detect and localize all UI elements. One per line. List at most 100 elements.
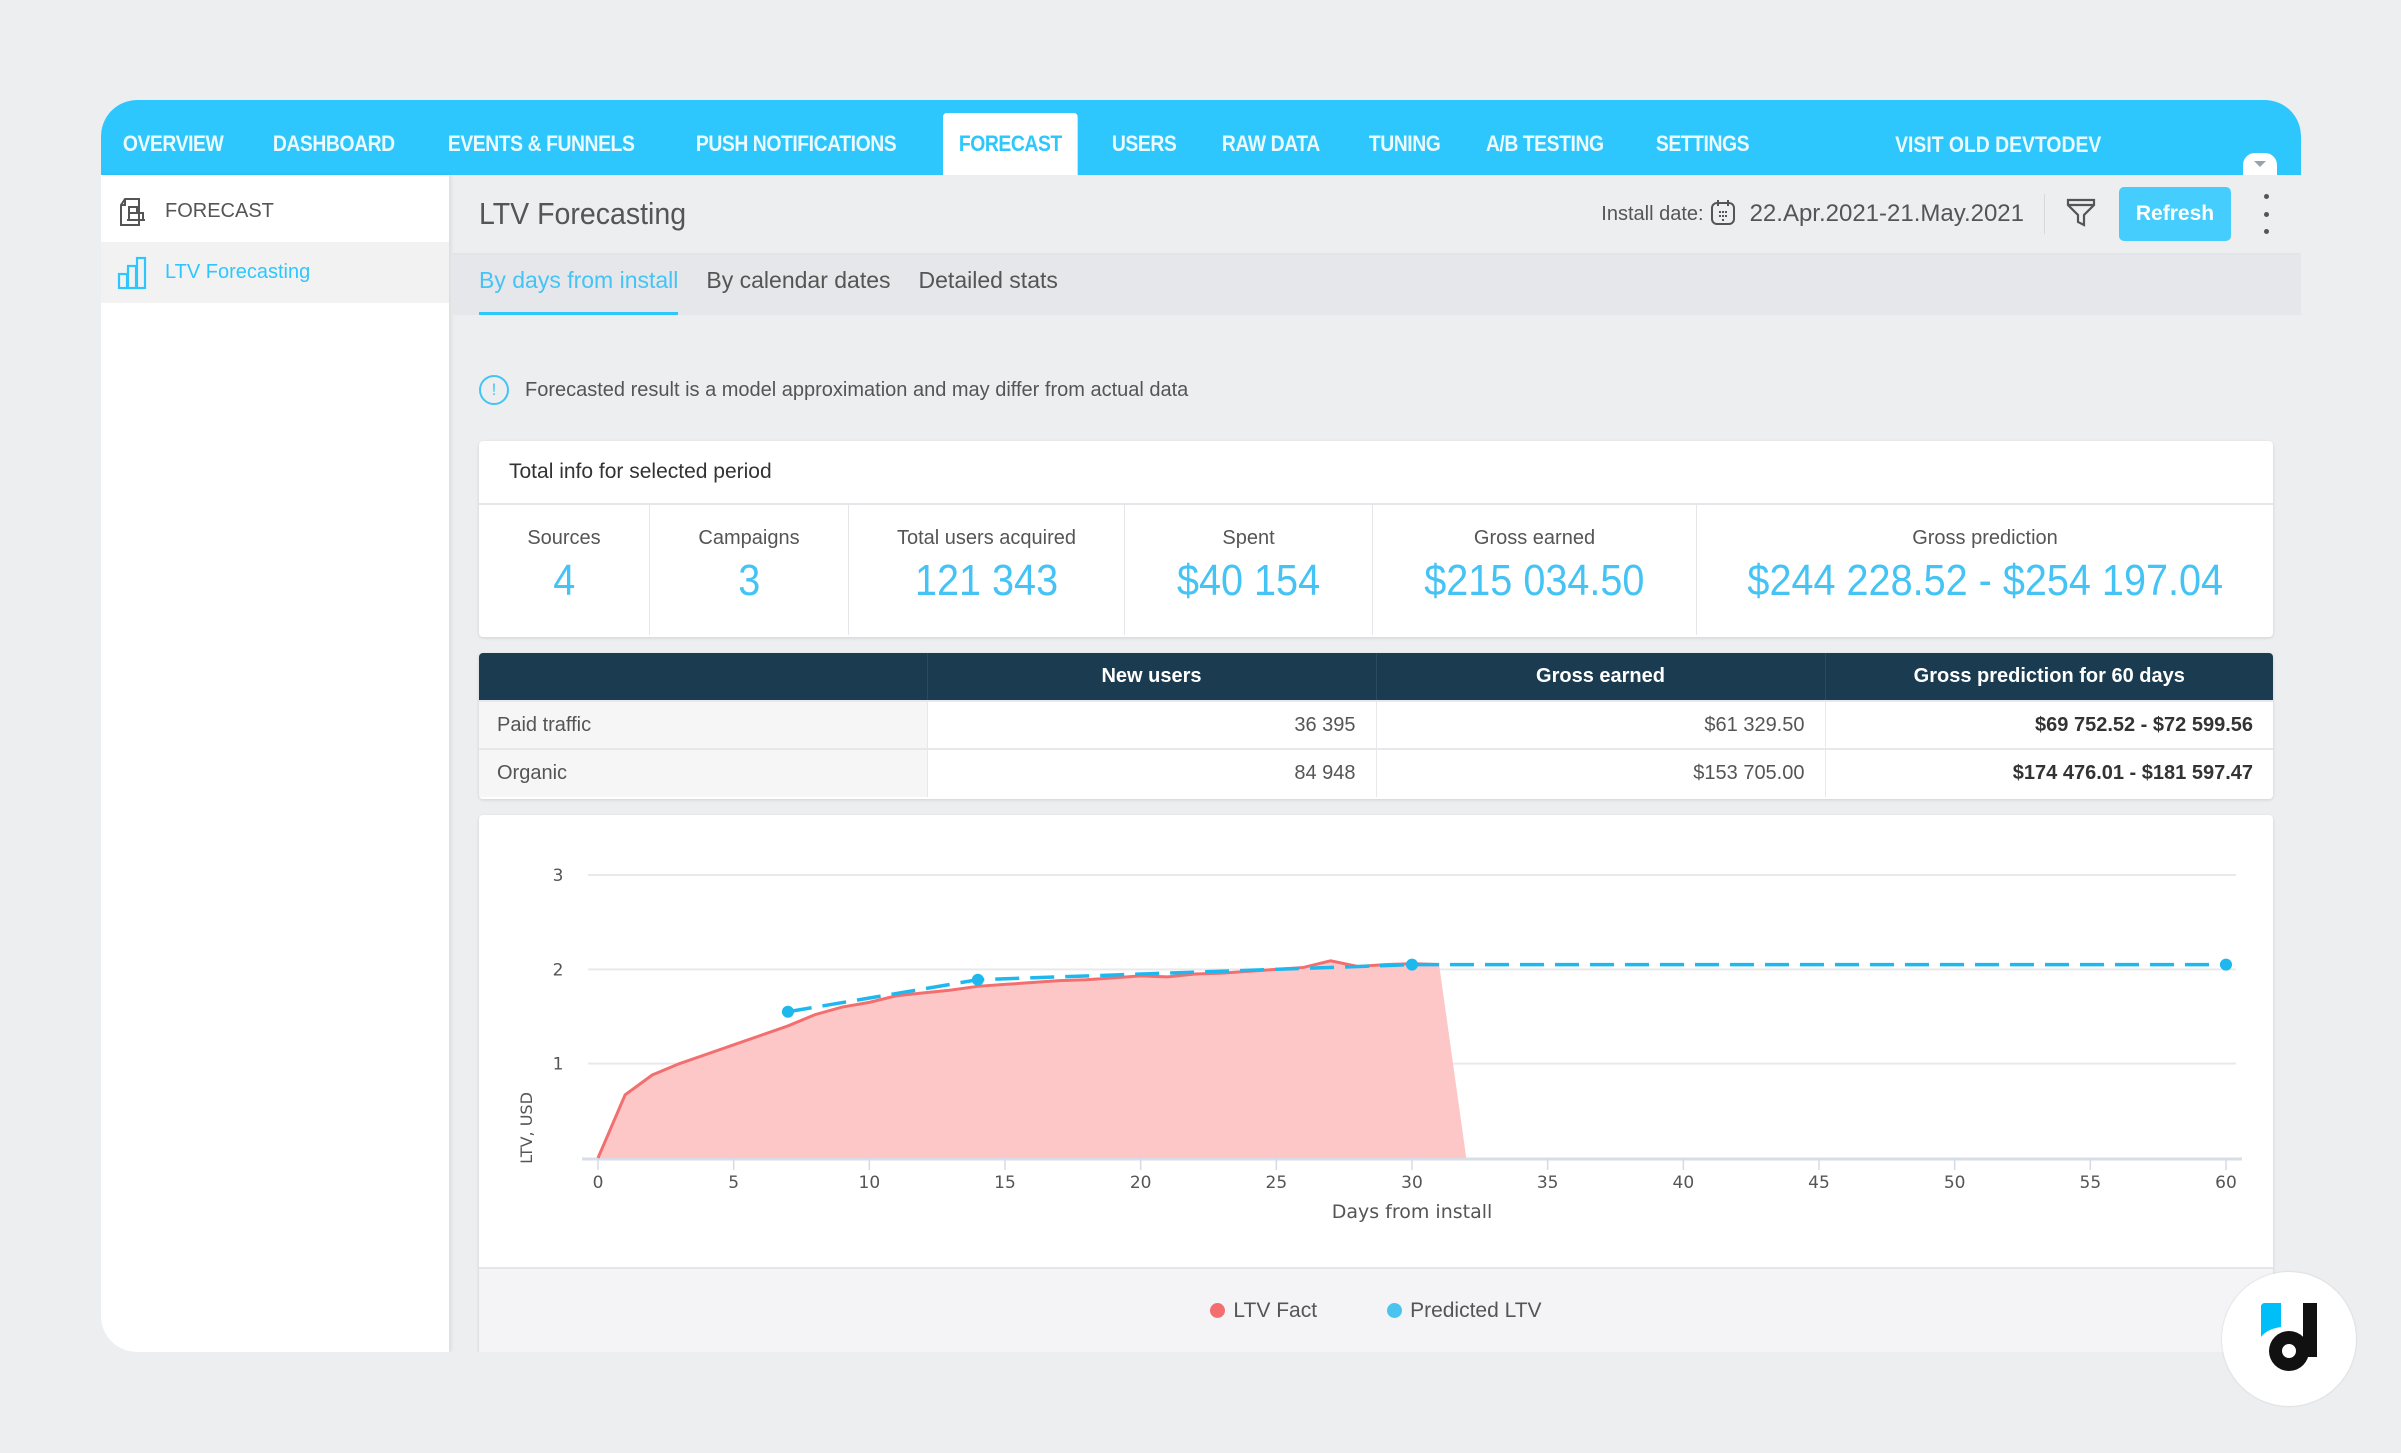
page-header: LTV Forecasting Install date: 22.Apr.202…	[451, 175, 2301, 255]
table-cell: 36 395	[926, 700, 1376, 749]
nav-item-forecast[interactable]: FORECAST	[943, 113, 1079, 175]
predicted-ltv-dot-icon	[1387, 1303, 1403, 1318]
x-axis-label: Days from install	[1332, 1201, 1493, 1223]
x-tick-label: 30	[1401, 1173, 1423, 1193]
notice-text: Forecasted result is a model approximati…	[525, 378, 1189, 401]
legend-item-ltv-fact[interactable]: LTV Fact	[1210, 1299, 1317, 1323]
filter-icon[interactable]	[2065, 196, 2097, 233]
stat-gross-earned: Gross earned $215 034.50	[1373, 505, 1697, 635]
legend-label: Predicted LTV	[1410, 1298, 1542, 1322]
sidebar-section-label: FORECAST	[165, 200, 274, 222]
x-tick-label: 45	[1808, 1173, 1830, 1193]
x-tick-label: 5	[728, 1173, 739, 1193]
totals-title: Total info for selected period	[479, 441, 2273, 505]
y-tick-label: 2	[553, 960, 564, 980]
x-tick-label: 40	[1673, 1173, 1695, 1193]
ltv-chart-card: 1 2 3 0 5 10 15 20 25 30 35 40 45 50 55 60 Days from ins…	[479, 815, 2273, 1352]
table-cell: 84 948	[926, 748, 1376, 797]
y-tick-label: 3	[553, 866, 564, 886]
stat-value: $40 154	[1176, 556, 1321, 605]
page-title: LTV Forecasting	[479, 196, 687, 231]
table-cell: $174 476.01 - $181 597.47	[1824, 748, 2273, 797]
totals-card: Total info for selected period Sources 4 C…	[479, 441, 2273, 637]
stat-label: Gross prediction	[1912, 527, 2058, 549]
visit-old-devtodev-label: VISIT OLD DEVTODEV	[1894, 131, 2101, 157]
stat-label: Gross earned	[1473, 527, 1596, 549]
visit-old-devtodev-link[interactable]: VISIT OLD DEVTODEV	[1867, 100, 2101, 175]
column-header: Gross earned	[1375, 653, 1825, 701]
nav-item-settings[interactable]: SETTINGS	[1640, 113, 1765, 175]
column-header: New users	[926, 653, 1376, 701]
stat-sources: Sources 4	[479, 505, 650, 635]
x-tick-label: 0	[593, 1173, 604, 1193]
tab-by-days-from-install[interactable]: By days from install	[479, 267, 679, 315]
sidebar-item-ltv-forecasting[interactable]: LTV Forecasting	[101, 242, 449, 303]
tab-by-calendar-dates[interactable]: By calendar dates	[706, 267, 890, 315]
table-header-row: New users Gross earned Gross prediction fo…	[479, 653, 2273, 701]
devtodev-logo-icon	[2261, 1303, 2317, 1371]
nav-item-users[interactable]: USERS	[1096, 113, 1192, 175]
top-navigation: OVERVIEW DASHBOARD EVENTS & FUNNELS PUSH NO…	[101, 100, 2301, 175]
nav-item-a-b-testing[interactable]: A/B TESTING	[1470, 113, 1619, 175]
y-tick-label: 1	[553, 1055, 564, 1075]
legend-item-predicted-ltv[interactable]: Predicted LTV	[1387, 1299, 1542, 1323]
more-options-icon[interactable]	[2259, 194, 2273, 234]
table-cell: $61 329.50	[1375, 700, 1825, 749]
stat-value: $215 034.50	[1424, 556, 1645, 605]
predicted-ltv-point	[2220, 958, 2232, 971]
sidebar-section-forecast[interactable]: FORECAST	[101, 181, 449, 242]
devtodev-logo-button[interactable]	[2222, 1272, 2356, 1406]
stat-gross-prediction: Gross prediction $244 228.52 - $254 197.0…	[1697, 505, 2273, 635]
x-tick-label: 15	[994, 1173, 1016, 1193]
divider	[2044, 194, 2045, 234]
table-row: Organic 84 948 $153 705.00 $174 476.01 - $1…	[479, 748, 2273, 797]
x-tick-label: 25	[1266, 1173, 1288, 1193]
nav-item-events-funnels[interactable]: EVENTS & FUNNELS	[432, 113, 650, 175]
nav-item-push-notifications[interactable]: PUSH NOTIFICATIONS	[680, 113, 912, 175]
nav-item-dashboard[interactable]: DASHBOARD	[257, 113, 411, 175]
main-content: LTV Forecasting Install date: 22.Apr.202…	[451, 175, 2301, 1352]
ltv-fact-area	[598, 960, 1467, 1158]
tab-detailed-stats[interactable]: Detailed stats	[919, 267, 1058, 315]
row-label: Paid traffic	[479, 700, 927, 749]
stat-value: 4	[552, 556, 576, 605]
nav-item-raw-data[interactable]: RAW DATA	[1206, 113, 1336, 175]
stat-value: 3	[737, 556, 761, 605]
table-row: Paid traffic 36 395 $61 329.50 $69 752.52 -…	[479, 700, 2273, 749]
app-window: OVERVIEW DASHBOARD EVENTS & FUNNELS PUSH NO…	[101, 100, 2301, 1352]
info-icon: !	[479, 375, 509, 405]
install-date-label: Install date:	[1601, 202, 1704, 225]
stat-campaigns: Campaigns 3	[650, 505, 849, 635]
predicted-ltv-point	[1406, 958, 1418, 971]
forecast-icon	[115, 194, 151, 230]
stat-label: Total users acquired	[897, 527, 1076, 549]
calendar-icon[interactable]	[1710, 198, 1736, 231]
x-tick-label: 60	[2215, 1173, 2237, 1193]
ltv-chart: 1230 5 10 15 20 25 30 35 40 45 50 55 60Days from ins…	[517, 866, 2242, 1223]
totals-stats: Sources 4 Campaigns 3 Total users acquired 12…	[479, 505, 2273, 635]
header-controls: Install date: 22.Apr.2021-21.May.2021 Re…	[1601, 187, 2273, 241]
row-label: Organic	[479, 748, 927, 797]
column-header	[479, 653, 927, 701]
predicted-ltv-point	[781, 1005, 794, 1018]
nav-item-overview[interactable]: OVERVIEW	[107, 113, 239, 175]
bar-chart-icon	[115, 255, 151, 291]
nav-item-tuning[interactable]: TUNING	[1353, 113, 1456, 175]
stat-spent: Spent $40 154	[1125, 505, 1373, 635]
traffic-table: New users Gross earned Gross prediction fo…	[479, 653, 2273, 799]
table-cell: $153 705.00	[1375, 748, 1825, 797]
install-date-picker[interactable]: 22.Apr.2021-21.May.2021	[1750, 200, 2024, 228]
chart-legend: LTV Fact Predicted LTV	[479, 1267, 2273, 1352]
x-tick-label: 35	[1537, 1173, 1559, 1193]
nav-items: OVERVIEW DASHBOARD EVENTS & FUNNELS PUSH NO…	[101, 100, 1782, 175]
tab-bar: By days from install By calendar dates Det…	[451, 255, 2301, 315]
sidebar: FORECAST LTV Forecasting	[101, 175, 449, 1352]
ltv-fact-dot-icon	[1210, 1303, 1226, 1318]
collapse-nav-toggle[interactable]	[2243, 153, 2277, 175]
refresh-button[interactable]: Refresh	[2119, 187, 2231, 241]
sidebar-item-label: LTV Forecasting	[165, 261, 311, 283]
x-tick-label: 10	[859, 1173, 881, 1193]
legend-label: LTV Fact	[1233, 1298, 1318, 1322]
column-header: Gross prediction for 60 days	[1824, 653, 2273, 701]
stat-label: Campaigns	[698, 527, 800, 549]
